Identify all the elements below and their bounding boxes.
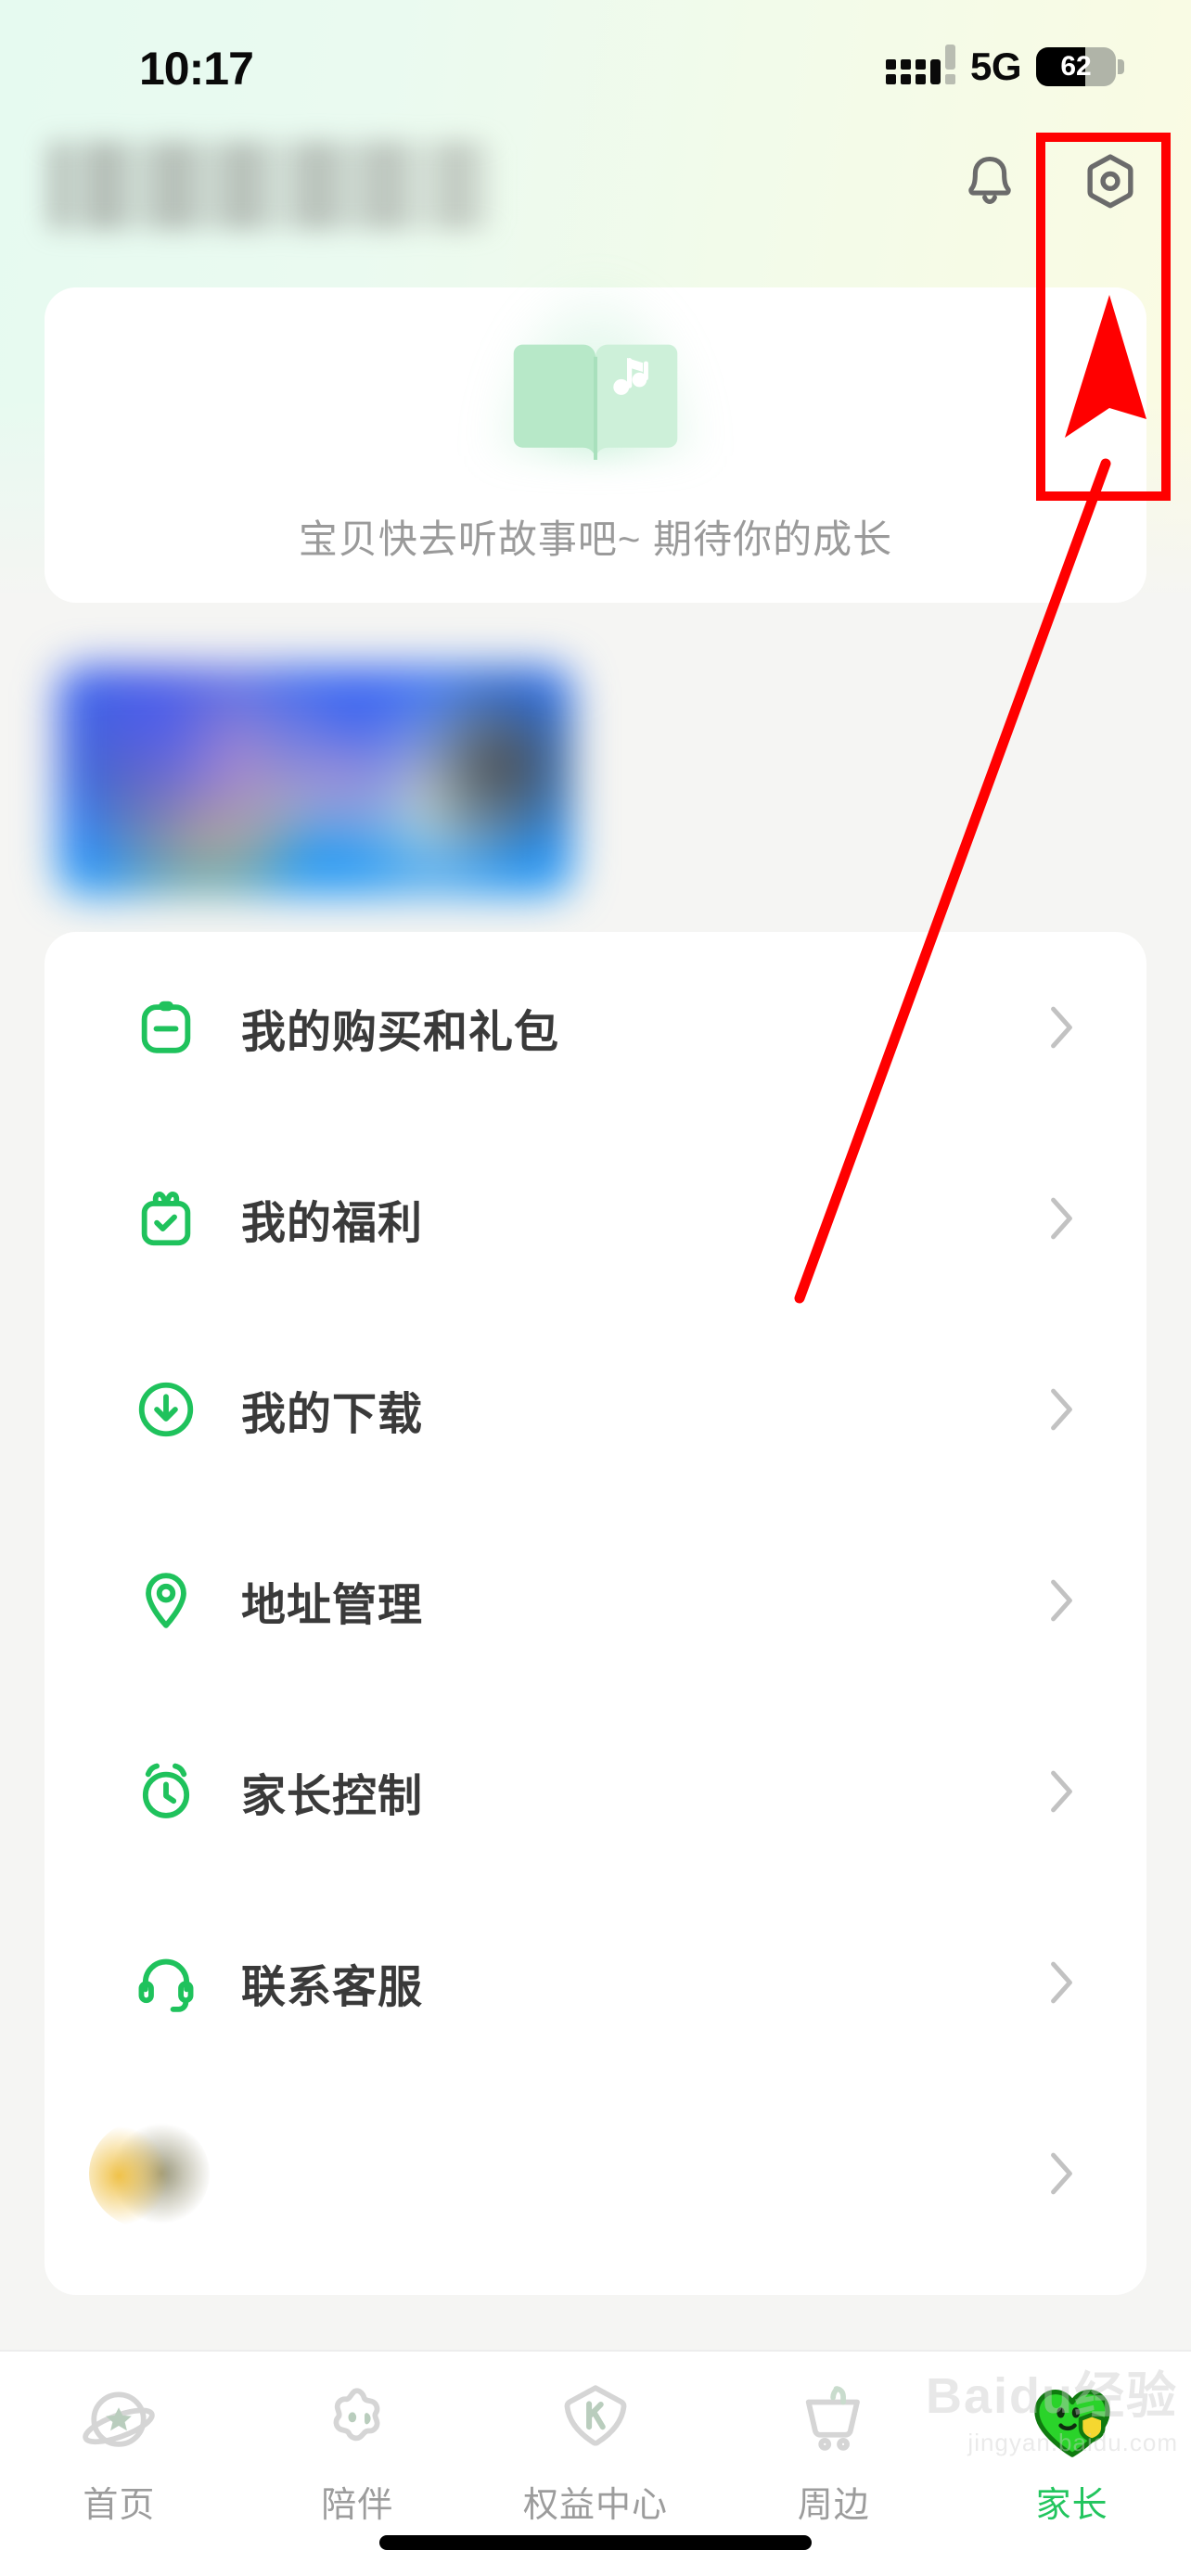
story-empty-message: 宝贝快去听故事吧~ 期待你的成长 xyxy=(298,517,893,561)
battery-icon: 62 xyxy=(1036,47,1116,86)
tab-label: 首页 xyxy=(83,2486,156,2525)
menu-card: 我的购买和礼包 我的福利 我的下载 地址管理 家长控制 联系客服 xyxy=(45,932,1146,2295)
signal-bars-icon xyxy=(885,45,955,84)
location-pin-icon xyxy=(132,1566,200,1635)
download-circle-icon xyxy=(132,1375,200,1444)
story-empty-card[interactable]: 宝贝快去听故事吧~ 期待你的成长 xyxy=(45,271,1146,603)
bell-icon[interactable] xyxy=(954,147,1026,219)
battery-nub xyxy=(1118,59,1124,74)
status-bar-time: 10:17 xyxy=(139,43,254,95)
planet-icon xyxy=(70,2374,167,2470)
menu-item-label: 联系客服 xyxy=(241,1963,424,2012)
chevron-right-icon xyxy=(1051,2152,1072,2195)
status-bar-indicators: 5G 62 xyxy=(885,45,1124,89)
chevron-right-icon xyxy=(1051,1388,1072,1431)
menu-item-parental-control[interactable]: 家长控制 xyxy=(45,1696,1146,1887)
star-blob-icon xyxy=(309,2374,405,2470)
menu-item-label: 我的下载 xyxy=(241,1390,424,1439)
masked-icon xyxy=(89,2118,210,2229)
menu-item-label: 我的购买和礼包 xyxy=(241,1008,560,1057)
menu-item-masked[interactable] xyxy=(45,2078,1146,2269)
phone-screen: 10:17 5G 62 宝贝快去听故事吧~ 期待你的成长 我的购买和礼包 我的福… xyxy=(0,0,1191,2576)
open-book-music-icon xyxy=(45,271,1146,484)
settings-gear-icon[interactable] xyxy=(1074,147,1146,219)
promotional-banner-masked[interactable] xyxy=(58,666,573,896)
menu-item-label: 地址管理 xyxy=(241,1581,424,1630)
chevron-right-icon xyxy=(1051,1579,1072,1622)
menu-item-downloads[interactable]: 我的下载 xyxy=(45,1314,1146,1505)
chevron-right-icon xyxy=(1051,1961,1072,2004)
chevron-right-icon xyxy=(1051,1770,1072,1813)
header-actions xyxy=(954,147,1146,219)
chevron-right-icon xyxy=(1051,1197,1072,1240)
menu-item-customer-service[interactable]: 联系客服 xyxy=(45,1887,1146,2078)
headset-icon xyxy=(132,1948,200,2017)
alarm-clock-icon xyxy=(132,1757,200,1826)
tab-parent[interactable]: 家长 xyxy=(953,2352,1191,2576)
gift-check-icon xyxy=(132,1184,200,1253)
parent-heart-shield-icon xyxy=(1024,2374,1121,2470)
shopping-cart-icon xyxy=(786,2374,882,2470)
tab-label: 陪伴 xyxy=(321,2486,394,2525)
clipboard-receipt-icon xyxy=(132,993,200,1062)
k-hexagon-icon xyxy=(547,2374,644,2470)
status-bar: 10:17 5G 62 xyxy=(0,0,1191,121)
chevron-right-icon xyxy=(1051,1006,1072,1049)
menu-item-address[interactable]: 地址管理 xyxy=(45,1505,1146,1696)
username-masked xyxy=(48,141,493,230)
menu-item-purchases[interactable]: 我的购买和礼包 xyxy=(45,932,1146,1123)
battery-percent-label: 62 xyxy=(1060,51,1092,82)
tab-label: 周边 xyxy=(797,2486,870,2525)
tab-home[interactable]: 首页 xyxy=(0,2352,238,2576)
tab-label: 权益中心 xyxy=(522,2486,668,2525)
menu-item-label: 我的福利 xyxy=(241,1199,424,1248)
tab-label: 家长 xyxy=(1035,2486,1108,2525)
page-header xyxy=(0,130,1191,269)
menu-item-benefits[interactable]: 我的福利 xyxy=(45,1123,1146,1314)
menu-item-label: 家长控制 xyxy=(241,1772,424,1821)
home-indicator xyxy=(379,2535,812,2550)
network-type-label: 5G xyxy=(969,45,1022,88)
